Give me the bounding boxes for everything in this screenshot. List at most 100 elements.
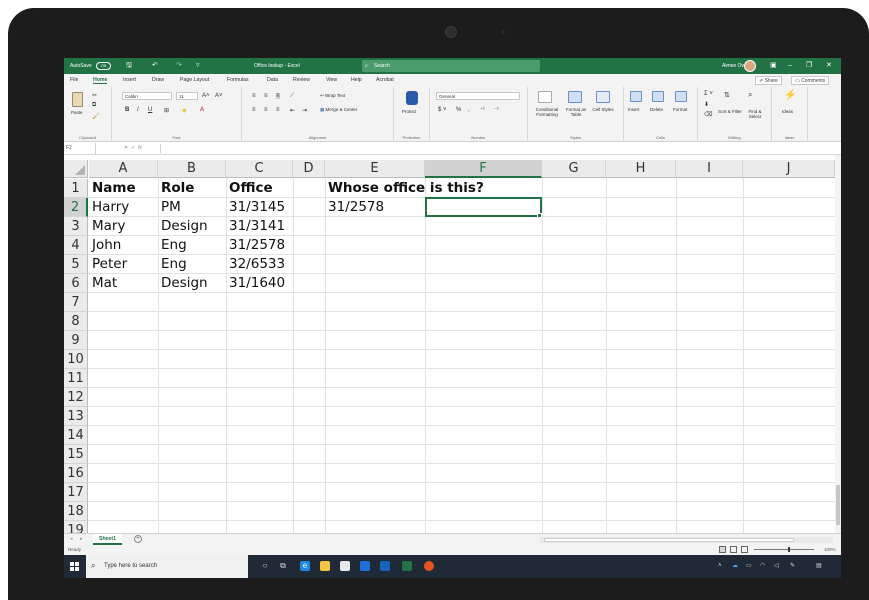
tab-view[interactable]: View [326,77,337,83]
increase-decimal-icon[interactable]: ⁺⁰ [480,107,485,113]
tab-help[interactable]: Help [351,77,362,83]
fill-icon[interactable]: ⬇ [704,101,709,108]
undo-icon[interactable]: ↶ [152,58,158,74]
column-header-h[interactable]: H [606,160,676,178]
align-left-icon[interactable]: ≡ [252,107,256,113]
comma-icon[interactable]: , [468,107,470,113]
zoom-slider[interactable] [754,549,814,550]
decrease-decimal-icon[interactable]: ⁻⁰ [494,107,499,113]
column-header-i[interactable]: I [676,160,743,178]
row-header-4[interactable]: 4 [64,236,88,255]
fill-handle[interactable] [537,213,542,218]
share-button[interactable]: ⇗ Share [755,76,782,85]
formula-input[interactable] [160,144,834,153]
delete-label[interactable]: Delete [650,107,663,112]
normal-view-icon[interactable] [719,546,726,553]
underline-icon[interactable]: U [148,107,152,113]
comments-button[interactable]: ▭ Comments [791,76,830,85]
windows-start-icon[interactable] [70,562,79,571]
italic-icon[interactable]: I [137,107,139,113]
font-size-combo[interactable]: 11 [176,92,198,100]
row-header-14[interactable]: 14 [64,426,88,445]
minimize-button[interactable]: – [788,58,792,74]
cancel-entry-icon[interactable]: ✕ [124,145,128,151]
align-bottom-icon[interactable]: ≡ [276,93,280,99]
ideas-label[interactable]: Ideas [782,109,793,114]
row-header-8[interactable]: 8 [64,312,88,331]
grow-font-icon[interactable]: A˄ [202,93,210,99]
column-header-g[interactable]: G [542,160,606,178]
wrap-text-button[interactable]: ↩ Wrap Text [320,93,345,99]
row-header-16[interactable]: 16 [64,464,88,483]
page-break-view-icon[interactable] [741,546,748,553]
row-header-10[interactable]: 10 [64,350,88,369]
tab-data[interactable]: Data [267,77,278,83]
tab-file[interactable]: File [70,77,78,83]
copy-icon[interactable]: ⧉ [92,102,96,109]
tab-home[interactable]: Home [93,77,108,84]
vertical-scroll-thumb[interactable] [836,485,840,525]
cell-b5[interactable]: Eng [158,255,187,274]
cell-b4[interactable]: Eng [158,236,187,255]
file-explorer-icon[interactable] [320,561,330,571]
battery-icon[interactable]: ▭ [746,561,752,571]
conditional-formatting-icon[interactable] [538,91,552,103]
page-layout-view-icon[interactable] [730,546,737,553]
select-all-corner[interactable] [64,160,88,178]
vertical-scrollbar[interactable] [835,155,841,533]
column-header-e[interactable]: E [325,160,425,178]
clear-icon[interactable]: ⌫ [704,111,712,118]
row-header-1[interactable]: 1 [64,179,88,198]
sort-filter-label[interactable]: Sort & Filter [718,109,742,114]
column-header-c[interactable]: C [226,160,293,178]
cell-b6[interactable]: Design [158,274,208,293]
number-format-combo[interactable]: General [436,92,520,100]
cell-a2[interactable]: Harry [89,198,129,217]
insert-label[interactable]: Insert [628,107,639,112]
format-as-table-label[interactable]: Format as Table [564,107,588,117]
restore-button[interactable]: ❐ [806,58,812,74]
row-header-11[interactable]: 11 [64,369,88,388]
font-color-icon[interactable]: A [200,107,204,113]
format-as-table-icon[interactable] [568,91,582,103]
cell-c2[interactable]: 31/3145 [226,198,285,217]
volume-icon[interactable]: ◁ [774,561,779,571]
sort-filter-icon[interactable]: ⇅ [724,91,730,99]
pen-icon[interactable]: ✎ [790,561,795,571]
cell-a1[interactable]: Name [89,179,136,198]
cell-a5[interactable]: Peter [89,255,127,274]
column-header-j[interactable]: J [743,160,835,178]
align-right-icon[interactable]: ≡ [276,107,280,113]
row-header-19[interactable]: 19 [64,521,88,533]
network-icon[interactable]: ◠ [760,561,765,571]
taskbar-search-box[interactable]: Type here to search [86,555,248,578]
row-header-12[interactable]: 12 [64,388,88,407]
tab-review[interactable]: Review [293,77,310,83]
tab-draw[interactable]: Draw [152,77,164,83]
shrink-font-icon[interactable]: A˅ [215,93,223,99]
align-top-icon[interactable]: ≡ [252,93,256,99]
tab-page-layout[interactable]: Page Layout [180,77,209,83]
tab-formulas[interactable]: Formulas [227,77,249,83]
row-header-6[interactable]: 6 [64,274,88,293]
cell-c6[interactable]: 31/1640 [226,274,285,293]
tab-acrobat[interactable]: Acrobat [376,77,394,83]
office-app-icon[interactable] [424,561,434,571]
cut-icon[interactable]: ✂ [92,92,97,99]
scroll-tabs-left-icon[interactable]: ◂ [70,536,73,542]
search-box[interactable]: ⌕ Search [362,60,540,72]
row-header-15[interactable]: 15 [64,445,88,464]
cell-styles-icon[interactable] [596,91,610,103]
insert-cells-icon[interactable] [630,91,642,102]
orientation-icon[interactable]: ⟋ [290,93,294,100]
column-header-a[interactable]: A [89,160,158,178]
autosum-icon[interactable]: Σ ˅ [704,91,713,97]
cell-b1[interactable]: Role [158,179,194,198]
notifications-icon[interactable]: ▤ [816,561,822,571]
bold-icon[interactable]: B [125,107,129,113]
paste-icon[interactable] [72,92,83,107]
increase-indent-icon[interactable]: ⇥ [302,107,307,114]
cell-c4[interactable]: 31/2578 [226,236,285,255]
row-header-3[interactable]: 3 [64,217,88,236]
show-hidden-icons-icon[interactable]: ˄ [718,561,722,571]
